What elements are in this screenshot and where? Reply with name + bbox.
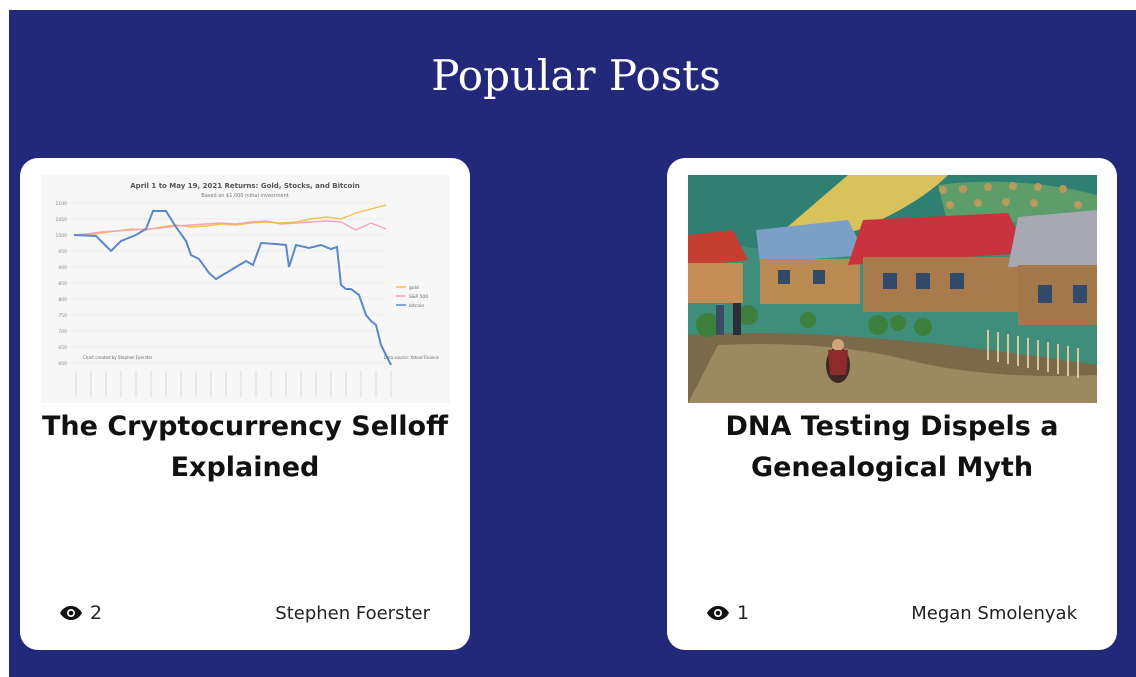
chart-thumb-subtitle: Based on $1,000 initial investment [201, 193, 288, 199]
legend-bitcoin: bitcoin [409, 303, 424, 309]
y-tick: 950 [58, 249, 67, 255]
post-thumbnail[interactable] [688, 175, 1097, 403]
view-count: 1 [707, 602, 749, 624]
y-tick: 750 [58, 313, 67, 319]
view-count-value: 2 [90, 602, 103, 624]
legend-gold: gold [409, 285, 419, 291]
post-author[interactable]: Stephen Foerster [275, 603, 430, 624]
eye-icon [60, 606, 82, 620]
village-painting-image [688, 175, 1097, 403]
post-card[interactable]: April 1 to May 19, 2021 Returns: Gold, S… [20, 158, 470, 650]
y-tick: 900 [58, 265, 67, 271]
post-thumbnail[interactable]: April 1 to May 19, 2021 Returns: Gold, S… [41, 175, 450, 403]
chart-thumb-title: April 1 to May 19, 2021 Returns: Gold, S… [130, 182, 359, 190]
section-title: Popular Posts [431, 51, 721, 100]
view-count-value: 1 [737, 602, 750, 624]
post-title[interactable]: The Cryptocurrency Selloff Explained [30, 406, 460, 488]
legend-sp500: S&P 500 [409, 294, 428, 300]
chart-credit-left: Chart created by Stephen Foerster [83, 355, 153, 360]
y-tick: 1100 [56, 201, 68, 207]
view-count: 2 [60, 602, 102, 624]
y-tick: 600 [58, 361, 67, 367]
chart-credit-right: Data source: Yahoo!Finance [384, 355, 440, 360]
y-tick: 700 [58, 329, 67, 335]
eye-icon [707, 606, 729, 620]
y-tick: 1050 [56, 217, 68, 223]
crypto-chart-image: April 1 to May 19, 2021 Returns: Gold, S… [41, 175, 450, 403]
y-tick: 1000 [56, 233, 68, 239]
post-footer: 2 Stephen Foerster [60, 598, 430, 628]
post-title[interactable]: DNA Testing Dispels a Genealogical Myth [677, 406, 1107, 488]
popular-posts-section: Popular Posts April 1 to May 19, 2021 Re… [9, 10, 1136, 677]
post-card[interactable]: DNA Testing Dispels a Genealogical Myth … [667, 158, 1117, 650]
y-tick: 850 [58, 281, 67, 287]
post-author[interactable]: Megan Smolenyak [911, 603, 1077, 624]
y-tick: 800 [58, 297, 67, 303]
post-footer: 1 Megan Smolenyak [707, 598, 1077, 628]
y-tick: 650 [58, 345, 67, 351]
